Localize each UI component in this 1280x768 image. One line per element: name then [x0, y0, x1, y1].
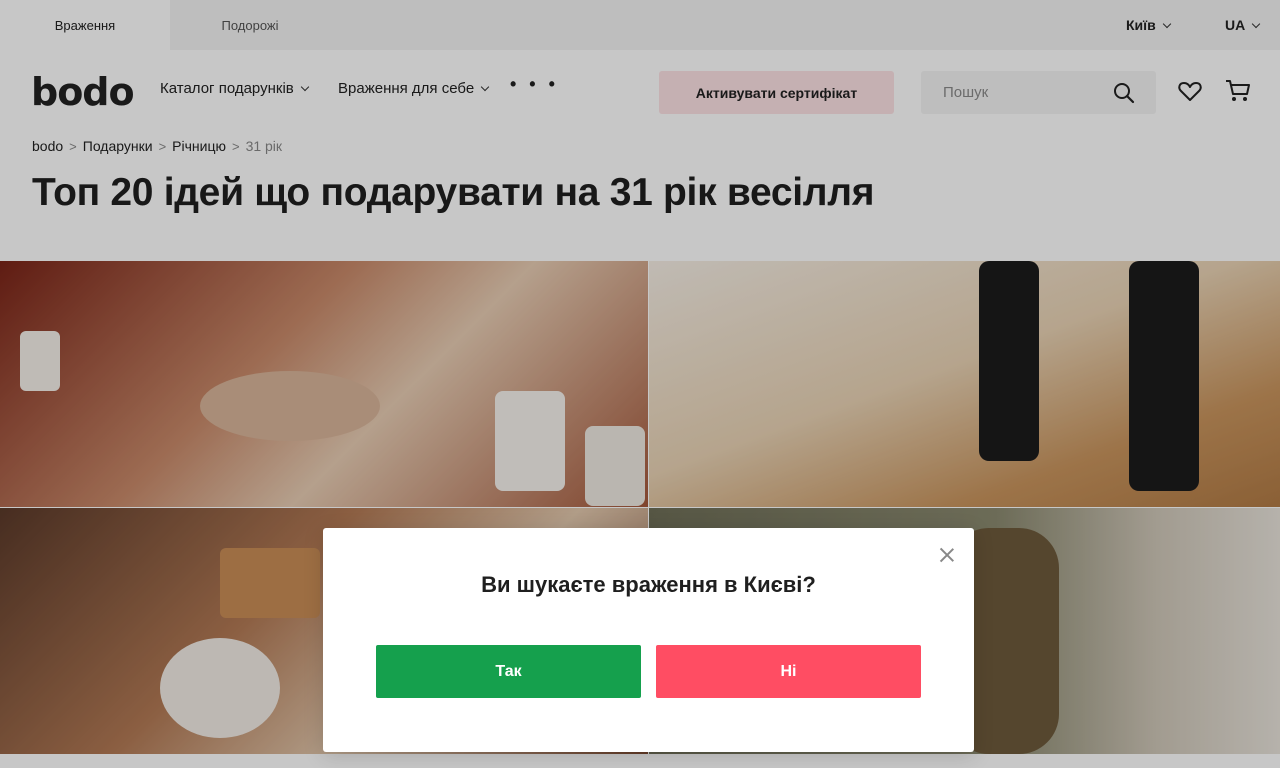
yes-button[interactable]: Так [376, 645, 641, 698]
city-confirm-modal: Ви шукаєте враження в Києві? Так Ні [323, 528, 974, 752]
close-icon[interactable] [938, 546, 956, 564]
modal-question: Ви шукаєте враження в Києві? [481, 572, 816, 597]
no-button[interactable]: Ні [656, 645, 921, 698]
